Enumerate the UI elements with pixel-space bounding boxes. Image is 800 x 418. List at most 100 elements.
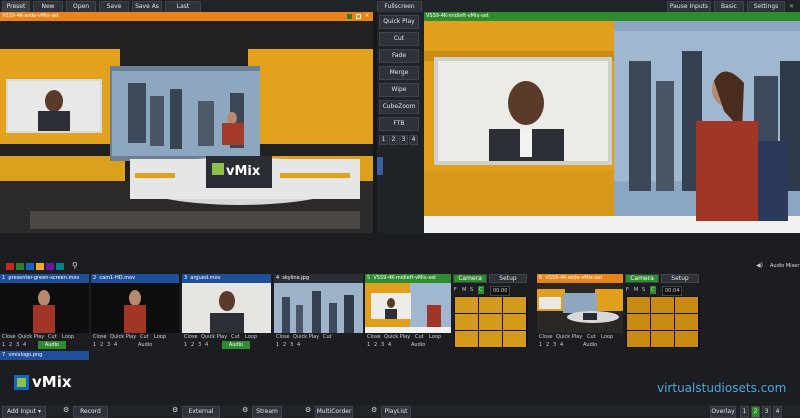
audio-mixer-label[interactable]: Audio Mixer (770, 263, 799, 269)
input-2-quick-play-button[interactable]: Quick Play (110, 333, 136, 341)
input-5-num-4[interactable]: 4 (388, 341, 391, 349)
input-6-quick-play-button[interactable]: Quick Play (556, 333, 582, 341)
search-icon[interactable]: ⚲ (72, 261, 78, 270)
input-4-num-3[interactable]: 3 (290, 341, 293, 349)
speaker-icon[interactable]: ◀) (756, 262, 763, 269)
input-3-num-1[interactable]: 1 (184, 341, 187, 349)
input-5-m-button[interactable]: M (462, 286, 466, 294)
input-1-num-4[interactable]: 4 (23, 341, 26, 349)
input-5-num-1[interactable]: 1 (367, 341, 370, 349)
input-6-m-button[interactable]: M (634, 286, 638, 294)
input-5-s-button[interactable]: S (470, 286, 473, 294)
input-1-quick-play-button[interactable]: Quick Play (18, 333, 44, 341)
transition-4-button[interactable]: 4 (409, 135, 418, 145)
input-5-setup-tab[interactable]: Setup (489, 274, 527, 283)
input-6-cut-button[interactable]: Cut (587, 333, 596, 341)
quick-play-button[interactable]: Quick Play (379, 15, 419, 29)
input-5-quick-play-button[interactable]: Quick Play (384, 333, 410, 341)
input-5-title[interactable]: 5 VSS9-4K-midleft-vMix-set (365, 274, 451, 283)
input-4-close-button[interactable]: Close (276, 333, 290, 341)
input-1-title[interactable]: 1 presenter-green-screen.mov (0, 274, 89, 283)
input-1-num-3[interactable]: 3 (16, 341, 19, 349)
input-1-audio-button[interactable]: Audio (38, 341, 66, 349)
record-button[interactable]: Record (73, 406, 108, 418)
input-2-num-1[interactable]: 1 (93, 341, 96, 349)
input-3-num-2[interactable]: 2 (191, 341, 194, 349)
input-1-thumb[interactable] (0, 283, 89, 333)
stream-gear-icon[interactable]: ⚙ (242, 406, 248, 414)
input-5-f-button[interactable]: F (454, 286, 457, 294)
ftb-button[interactable]: FTB (379, 117, 419, 131)
multicorder-gear-icon[interactable]: ⚙ (305, 406, 311, 414)
input-3-loop-button[interactable]: Loop (245, 333, 257, 341)
stream-button[interactable]: Stream (252, 406, 282, 418)
input-2-cut-button[interactable]: Cut (140, 333, 149, 341)
input-3-num-4[interactable]: 4 (205, 341, 208, 349)
transition-1-button[interactable]: 1 (379, 135, 388, 145)
input-6-num-3[interactable]: 3 (553, 341, 556, 349)
external-gear-icon[interactable]: ⚙ (172, 406, 178, 414)
input-4-num-4[interactable]: 4 (297, 341, 300, 349)
input-4-num-1[interactable]: 1 (276, 341, 279, 349)
input-6-title[interactable]: 6 VSS9-4K-wide-vMix-set (537, 274, 623, 283)
input-2-title[interactable]: 2 cam1-HD.mov (91, 274, 179, 283)
color-swatch-blue[interactable] (26, 263, 34, 270)
color-swatch-teal[interactable] (56, 263, 64, 270)
input-3-num-3[interactable]: 3 (198, 341, 201, 349)
input-6-f-button[interactable]: F (626, 286, 629, 294)
input-2-num-2[interactable]: 2 (100, 341, 103, 349)
input-3-quick-play-button[interactable]: Quick Play (201, 333, 227, 341)
merge-button[interactable]: Merge (379, 66, 419, 80)
input-6-thumb[interactable] (537, 283, 623, 333)
color-swatch-red[interactable] (6, 263, 14, 270)
input-5-num-2[interactable]: 2 (374, 341, 377, 349)
input-1-cut-button[interactable]: Cut (48, 333, 57, 341)
preview-grid-icon[interactable] (347, 14, 352, 19)
input-6-time-field[interactable]: 00:04 (662, 286, 683, 296)
close-icon[interactable]: ✕ (789, 3, 796, 10)
input-3-cut-button[interactable]: Cut (231, 333, 240, 341)
input-6-num-4[interactable]: 4 (560, 341, 563, 349)
input-5-close-button[interactable]: Close (367, 333, 381, 341)
input-3-title[interactable]: 3 argued.mov (182, 274, 271, 283)
cubezoom-button[interactable]: CubeZoom (379, 100, 419, 114)
input-4-thumb[interactable] (274, 283, 363, 333)
input-6-c-button[interactable]: C (650, 286, 656, 294)
input-6-num-1[interactable]: 1 (539, 341, 542, 349)
input-3-close-button[interactable]: Close (184, 333, 198, 341)
input-5-c-button[interactable]: C (478, 286, 484, 294)
cut-button[interactable]: Cut (379, 32, 419, 46)
input-2-audio-button[interactable]: Audio (138, 341, 152, 349)
input-4-title[interactable]: 4 skyline.jpg (274, 274, 363, 283)
input-5-camera-tab[interactable]: Camera (453, 274, 487, 283)
input-5-num-3[interactable]: 3 (381, 341, 384, 349)
color-swatch-green[interactable] (16, 263, 24, 270)
input-4-num-2[interactable]: 2 (283, 341, 286, 349)
input-7-title[interactable]: 7 vmixlogo.png (0, 351, 89, 360)
playlist-gear-icon[interactable]: ⚙ (371, 406, 377, 414)
add-input-button[interactable]: Add Input ▾ (2, 406, 46, 418)
input-6-camera-tab[interactable]: Camera (625, 274, 659, 283)
preview-window-icon[interactable] (356, 14, 361, 19)
input-4-quick-play-button[interactable]: Quick Play (293, 333, 319, 341)
overlay-4-button[interactable]: 4 (773, 406, 782, 418)
input-5-cut-button[interactable]: Cut (415, 333, 424, 341)
input-4-cut-button[interactable]: Cut (323, 333, 332, 341)
color-swatch-purple[interactable] (46, 263, 54, 270)
input-1-num-1[interactable]: 1 (2, 341, 5, 349)
playlist-button[interactable]: PlayList (381, 406, 411, 418)
input-6-audio-button[interactable]: Audio (583, 341, 597, 349)
input-5-loop-button[interactable]: Loop (429, 333, 441, 341)
multicorder-button[interactable]: MultiCorder (315, 406, 353, 418)
preview-close-icon[interactable]: ✕ (365, 12, 369, 21)
input-2-close-button[interactable]: Close (93, 333, 107, 341)
input-3-thumb[interactable] (182, 283, 271, 333)
input-6-setup-tab[interactable]: Setup (661, 274, 699, 283)
input-5-audio-button[interactable]: Audio (411, 341, 425, 349)
transition-2-button[interactable]: 2 (389, 135, 398, 145)
fade-button[interactable]: Fade (379, 49, 419, 63)
overlay-3-button[interactable]: 3 (762, 406, 771, 418)
transition-3-button[interactable]: 3 (399, 135, 408, 145)
input-1-close-button[interactable]: Close (2, 333, 16, 341)
record-gear-icon[interactable]: ⚙ (63, 406, 69, 414)
